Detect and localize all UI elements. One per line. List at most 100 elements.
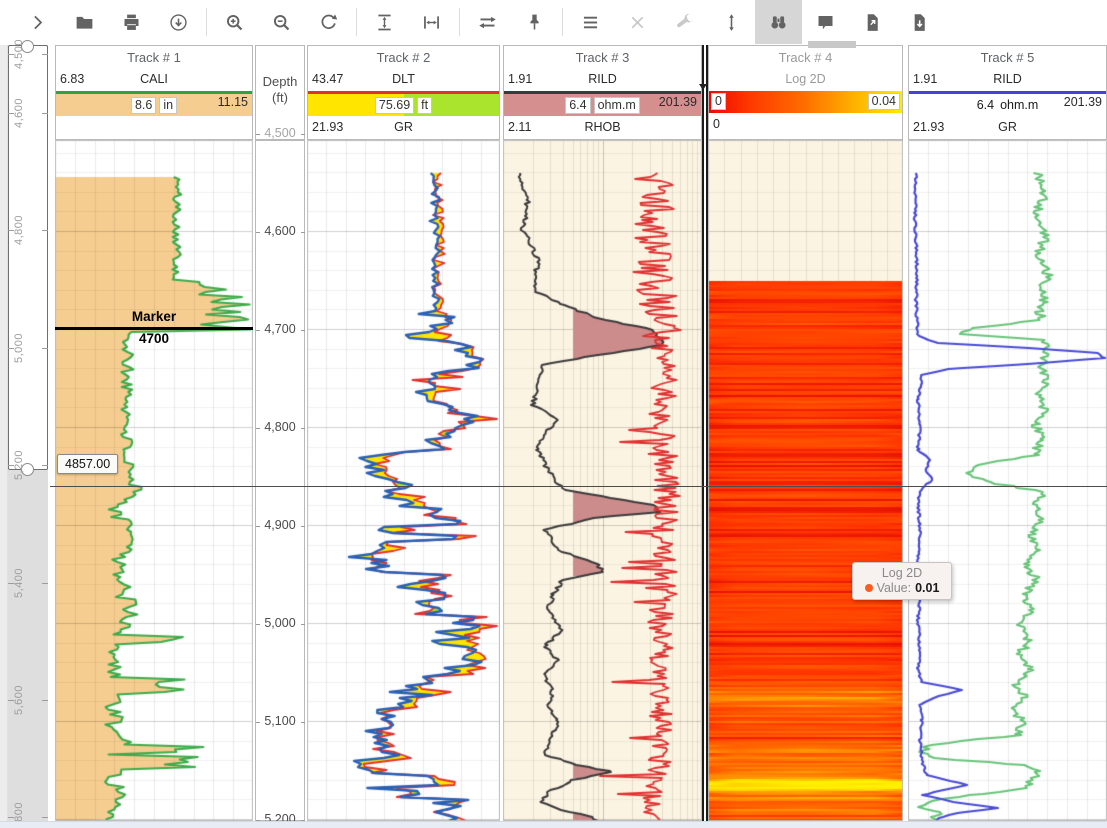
curve-name: RHOB — [504, 116, 701, 139]
toolbar-button-pin[interactable] — [511, 0, 558, 44]
track-2-header[interactable]: Track # 2 43.47 DLT 108.55 75.69 ft 21.9… — [307, 45, 500, 140]
toolbar-button-open-file[interactable] — [61, 0, 108, 44]
toolbar-button-fit-width[interactable] — [408, 0, 455, 44]
track-5-header[interactable]: Track # 5 1.91 RILD 201.39 6.4 ohm.m 21.… — [908, 45, 1107, 140]
curve-min: 1.91 — [508, 68, 532, 91]
track-3-plot[interactable] — [503, 140, 702, 821]
toolbar-button-fit-height[interactable] — [361, 0, 408, 44]
depth-tick-label: 4,600 — [256, 224, 304, 238]
toolbar-button-settings — [661, 0, 708, 44]
overview-depth-label: 5,000 — [13, 322, 29, 374]
track-1-curve1-row: 6.83 CALI 11.15 — [56, 68, 252, 91]
curve-max: 11.15 — [218, 91, 248, 114]
tooltip-series-dot-icon — [865, 584, 873, 592]
folder-icon — [74, 12, 95, 33]
depth-tick-label: 4,500 — [256, 126, 304, 140]
toolbar-button-inspect-cursor[interactable] — [755, 0, 802, 44]
horizontal-scrollbar[interactable] — [0, 821, 1107, 828]
track-4-plot[interactable] — [708, 140, 903, 821]
hamburger-icon — [580, 12, 601, 33]
toolbar-button-close — [614, 0, 661, 44]
value-box: 8.6 — [131, 97, 156, 114]
overview-tick — [42, 230, 48, 231]
swap-arrows-icon — [477, 12, 498, 33]
selected-track-border-right — [706, 45, 708, 821]
toolbar-button-menu[interactable] — [567, 0, 614, 44]
depth-tick-dash — [256, 428, 260, 429]
track-4-colorbar: 0 0.04 — [709, 91, 902, 113]
toolbar-button-export-file[interactable] — [849, 0, 896, 44]
toolbar-button-vertical-scale[interactable] — [708, 0, 755, 44]
fit-width-icon — [421, 12, 442, 33]
overview-tick — [42, 465, 48, 466]
overview-rail — [0, 45, 8, 828]
toolbar-button-reset-view[interactable] — [305, 0, 352, 44]
depth-tick-label: 5,000 — [256, 616, 304, 630]
curve-min: 1.91 — [913, 68, 937, 91]
value-tooltip: Log 2D Value: 0.01 — [852, 562, 952, 600]
track-4-title: Track # 4 — [709, 46, 902, 68]
depth-tick-dash — [301, 428, 305, 429]
toolbar-separator — [459, 8, 460, 36]
track-1-curve2-row — [56, 116, 252, 139]
track-5-plot[interactable] — [908, 140, 1107, 821]
overview-tick — [8, 113, 14, 114]
depth-axis-unit: (ft) — [272, 90, 288, 105]
track-2-curve2-row: 21.93 GR 188.37 — [308, 116, 499, 139]
toolbar-separator — [206, 8, 207, 36]
well-log-viewer: 4,5004,6004,8005,0005,2005,4005,6005,800… — [0, 0, 1107, 828]
wrench-icon — [674, 12, 695, 33]
depth-tick-dash — [301, 330, 305, 331]
depth-tick-dash — [256, 526, 260, 527]
curve-max: 201.39 — [659, 91, 697, 114]
marker-line[interactable] — [55, 327, 253, 330]
file-export-icon — [862, 12, 883, 33]
unit-box: ohm.m — [594, 97, 640, 114]
depth-axis-title: Depth — [263, 74, 298, 89]
toolbar-button-zoom-in[interactable] — [211, 0, 258, 44]
unit-box: ft — [417, 97, 432, 114]
arrows-vertical-icon — [721, 12, 742, 33]
track-3-title: Track # 3 — [504, 46, 701, 68]
colorbar-scroll-arrow-icon — [699, 84, 707, 90]
toolbar-button-download[interactable] — [155, 0, 202, 44]
overview-tick — [8, 348, 14, 349]
toolbar-button-zoom-out[interactable] — [258, 0, 305, 44]
curve-min: 43.47 — [312, 68, 343, 91]
track-3-header[interactable]: Track # 3 1.91 RILD 201.39 6.4 ohm.m 2.1… — [503, 45, 702, 140]
track-3-curve2-row: 2.11 RHOB 2.77 — [504, 116, 701, 139]
overview-tick — [42, 700, 48, 701]
toolbar-button-print[interactable] — [108, 0, 155, 44]
overview-tick — [8, 465, 14, 466]
curve-min: 0 — [713, 113, 720, 136]
depth-overview-scrollbar: 4,5004,6004,8005,0005,2005,4005,6005,800 — [0, 45, 50, 828]
depth-tick-dash — [256, 330, 260, 331]
track-3-curve1-row: 1.91 RILD 201.39 — [504, 68, 701, 91]
depth-tick-dash — [256, 722, 260, 723]
depth-tick-label: 4,800 — [256, 420, 304, 434]
toolbar-button-save-file[interactable] — [896, 0, 943, 44]
track-1-plot[interactable] — [55, 140, 253, 821]
curve-min: 21.93 — [312, 116, 343, 139]
toolbar-button-swap-orientation[interactable] — [464, 0, 511, 44]
track-4-drag-tab[interactable] — [808, 41, 856, 48]
track-4-subtitle: Log 2D — [709, 68, 902, 91]
curve-name: CALI — [56, 68, 252, 91]
overview-tick — [8, 230, 14, 231]
fit-height-icon — [374, 12, 395, 33]
toolbar-button-tooltip-toggle[interactable] — [802, 0, 849, 44]
curve-name: RILD — [909, 68, 1106, 91]
comment-bubble-icon — [815, 12, 836, 33]
track-5-title: Track # 5 — [909, 46, 1106, 68]
overview-tick — [42, 54, 48, 55]
track-4-header[interactable]: Track # 4 Log 2D 0 0.04 0 — [708, 45, 903, 140]
unit-box: in — [159, 97, 177, 114]
track-2-plot[interactable] — [307, 140, 500, 821]
overview-depth-label: 5,400 — [13, 557, 29, 609]
track-1-header[interactable]: Track # 1 6.83 CALI 11.15 8.6 in — [55, 45, 253, 140]
curve-min: 21.93 — [913, 116, 944, 139]
overview-depth-label: 5,600 — [13, 674, 29, 726]
toolbar — [0, 0, 1107, 44]
overview-depth-label: 5,200 — [13, 439, 29, 491]
value-text: 6.4 — [977, 98, 994, 112]
